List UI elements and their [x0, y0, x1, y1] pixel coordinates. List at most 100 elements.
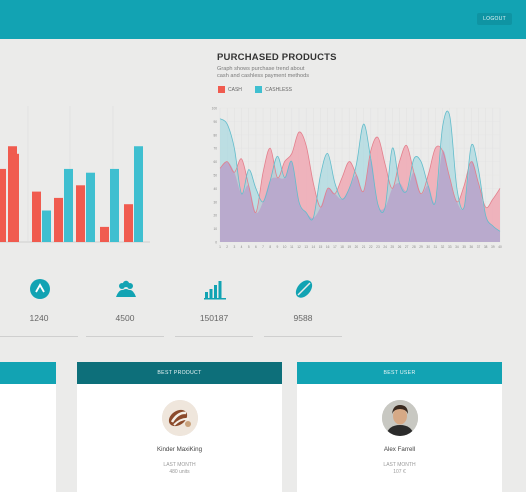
x-tick-label: 23 — [376, 245, 380, 249]
legend-item-cashless[interactable]: CASHLESS — [255, 86, 292, 93]
product-meta-units: 480 units — [169, 469, 190, 475]
x-tick-label: 28 — [412, 245, 416, 249]
stats-row: 1240 4500 150187 9588 — [0, 270, 526, 340]
legend-label-cashless: CASHLESS — [265, 86, 292, 93]
user-meta: LAST MONTH 107 € — [297, 462, 502, 476]
purchased-products-panel: PURCHASED PRODUCTS Graph shows purchase … — [208, 50, 508, 255]
stat-value: 4500 — [115, 313, 135, 323]
x-tick-label: 18 — [340, 245, 344, 249]
y-tick-label: 30 — [213, 200, 217, 204]
x-tick-label: 1 — [219, 245, 221, 249]
y-tick-label: 10 — [213, 227, 217, 231]
legend-swatch-cash — [218, 86, 225, 93]
x-tick-label: 13 — [304, 245, 308, 249]
x-tick-label: 4 — [241, 245, 243, 249]
x-tick-label: 16 — [326, 245, 330, 249]
bar — [0, 168, 6, 242]
x-tick-label: 35 — [462, 245, 466, 249]
bar — [124, 204, 133, 242]
x-tick-label: 30 — [426, 245, 430, 249]
stat-value: 1240 — [29, 313, 49, 323]
user-meta-period: LAST MONTH — [383, 462, 416, 468]
bar — [100, 226, 109, 242]
x-tick-label: 21 — [362, 245, 366, 249]
bar — [76, 185, 85, 242]
stat-value: 9588 — [293, 313, 313, 323]
x-tick-label: 17 — [333, 245, 337, 249]
user-avatar-art — [382, 400, 418, 436]
x-tick-label: 37 — [477, 245, 481, 249]
x-tick-label: 38 — [484, 245, 488, 249]
chart-legend: CASH CASHLESS — [218, 86, 304, 93]
divider — [175, 336, 253, 337]
y-tick-label: 0 — [215, 241, 217, 245]
x-tick-label: 36 — [470, 245, 474, 249]
y-tick-label: 90 — [213, 120, 217, 124]
x-tick-label: 10 — [283, 245, 287, 249]
x-tick-label: 9 — [277, 245, 279, 249]
product-meta-period: LAST MONTH — [163, 462, 196, 468]
stat-item-arrow: 1240 — [0, 270, 78, 337]
legend-item-cash[interactable]: CASH — [218, 86, 242, 93]
y-tick-label: 80 — [213, 133, 217, 137]
area-chart: 01020304050607080901001 2 3 4 5 6 7 8 9 10 11 12 13 1… — [212, 107, 502, 250]
y-tick-label: 40 — [213, 187, 217, 191]
y-tick-label: 70 — [213, 147, 217, 151]
users-icon — [116, 280, 136, 297]
x-tick-label: 26 — [398, 245, 402, 249]
x-tick-label: 8 — [269, 245, 271, 249]
card-left-partial — [0, 362, 56, 492]
product-meta: LAST MONTH 480 units — [77, 462, 282, 476]
y-tick-label: 50 — [213, 174, 217, 178]
bar — [134, 146, 143, 242]
x-tick-label: 22 — [369, 245, 373, 249]
bar — [54, 197, 63, 242]
best-user-card: BEST USER Alex Farrell LAST MONTH 107 € — [297, 362, 502, 492]
x-tick-label: 19 — [347, 245, 351, 249]
card-header: BEST PRODUCT — [77, 362, 282, 384]
chart-subtitle-line2: cash and cashless payment methods — [217, 73, 310, 79]
y-tick-label: 100 — [212, 107, 218, 111]
arrow-up-icon — [30, 279, 50, 299]
x-tick-label: 39 — [491, 245, 495, 249]
y-tick-label: 20 — [213, 214, 217, 218]
bar — [64, 168, 73, 242]
logout-button[interactable]: LOGOUT — [477, 13, 512, 25]
chart-subtitle: Graph shows purchase trend about cash an… — [217, 66, 377, 80]
x-tick-label: 6 — [255, 245, 257, 249]
x-tick-label: 2 — [226, 245, 228, 249]
stat-item-coffee: 9588 — [264, 270, 342, 337]
stat-item-users: 4500 — [86, 270, 164, 337]
best-product-card: BEST PRODUCT Kinder MaxiKing LAST MONTH … — [77, 362, 282, 492]
x-tick-label: 11 — [290, 245, 294, 249]
chart-title: PURCHASED PRODUCTS — [217, 52, 337, 63]
x-tick-label: 3 — [233, 245, 235, 249]
divider — [0, 336, 78, 337]
bar — [42, 210, 51, 242]
card-header — [0, 362, 56, 384]
x-tick-label: 31 — [434, 245, 438, 249]
x-tick-label: 7 — [262, 245, 264, 249]
bar — [110, 168, 119, 242]
y-tick-label: 60 — [213, 160, 217, 164]
x-tick-label: 40 — [498, 245, 502, 249]
x-tick-label: 32 — [441, 245, 445, 249]
x-tick-label: 27 — [405, 245, 409, 249]
card-header: BEST USER — [297, 362, 502, 384]
x-tick-label: 24 — [383, 245, 387, 249]
bar-chart-panel — [0, 96, 153, 249]
chart-subtitle-line1: Graph shows purchase trend about — [217, 66, 305, 72]
avatar — [382, 400, 418, 436]
x-tick-label: 33 — [448, 245, 452, 249]
legend-label-cash: CASH — [228, 86, 242, 93]
x-tick-label: 14 — [312, 245, 316, 249]
bar — [32, 191, 41, 242]
x-tick-label: 34 — [455, 245, 459, 249]
user-meta-amount: 107 € — [393, 469, 406, 475]
coffee-bean-icon — [295, 280, 313, 298]
user-name: Alex Farrell — [383, 446, 416, 453]
divider — [264, 336, 342, 337]
bar-chart-icon — [204, 281, 226, 300]
stat-value: 150187 — [199, 313, 229, 323]
x-tick-label: 25 — [391, 245, 395, 249]
